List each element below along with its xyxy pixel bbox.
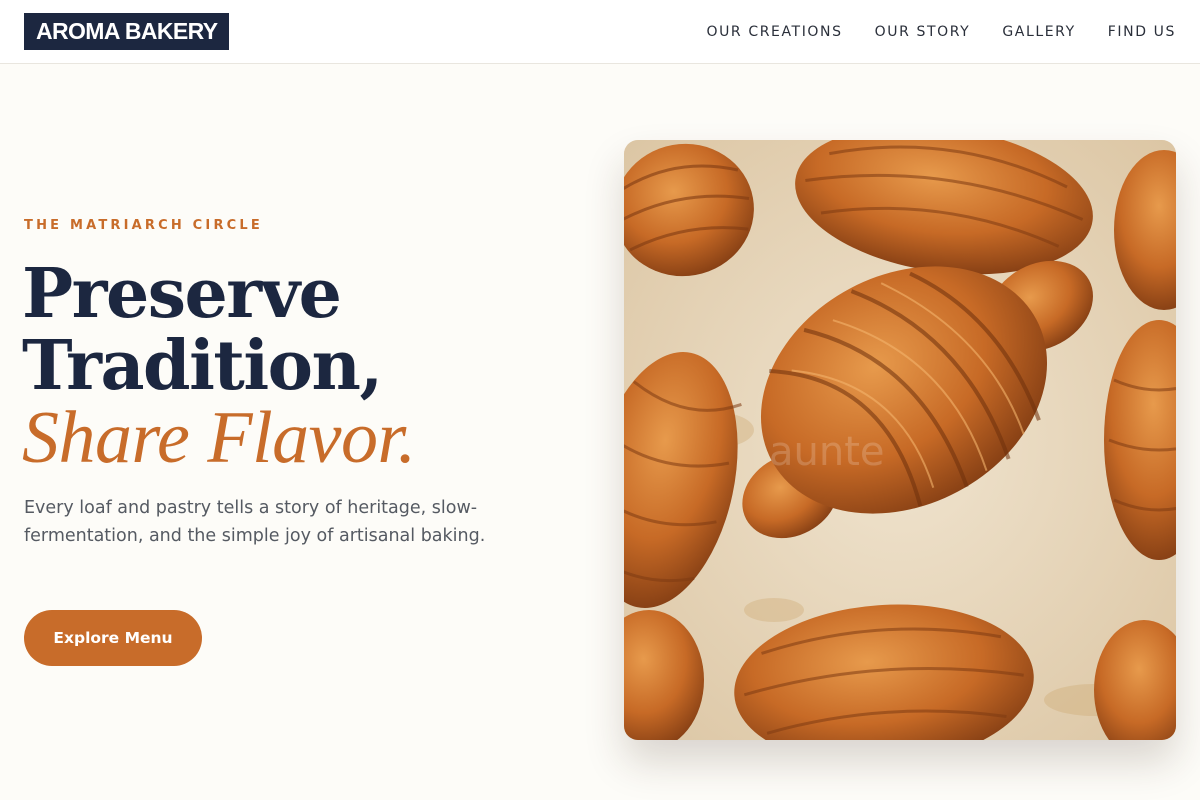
hero-headline: Preserve Tradition, Share Flavor. xyxy=(22,254,582,479)
hero-eyebrow: THE MATRIARCH CIRCLE xyxy=(24,218,263,233)
nav-our-creations[interactable]: OUR CREATIONS xyxy=(706,24,842,40)
hero-image-croissants: aunte xyxy=(624,140,1176,740)
nav-our-story[interactable]: OUR STORY xyxy=(875,24,971,40)
headline-line-2: Tradition, xyxy=(22,326,383,406)
headline-accent: Share Flavor. xyxy=(22,397,416,479)
image-watermark: aunte xyxy=(769,429,885,475)
nav-find-us[interactable]: FIND US xyxy=(1108,24,1176,40)
site-header: AROMA BAKERY OUR CREATIONS OUR STORY GAL… xyxy=(0,0,1200,64)
hero-description: Every loaf and pastry tells a story of h… xyxy=(24,498,486,546)
brand-logo[interactable]: AROMA BAKERY xyxy=(24,13,230,50)
main-nav: OUR CREATIONS OUR STORY GALLERY FIND US xyxy=(706,0,1176,64)
headline-line-1: Preserve xyxy=(22,254,342,334)
nav-gallery[interactable]: GALLERY xyxy=(1002,24,1075,40)
explore-menu-button[interactable]: Explore Menu xyxy=(24,610,202,666)
